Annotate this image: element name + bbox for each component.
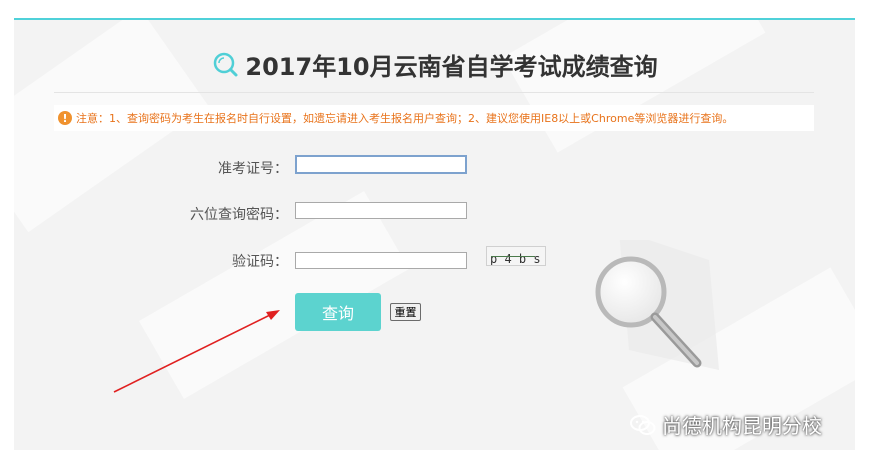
watermark: 尚德机构昆明分校: [630, 410, 822, 439]
annotation-arrow: [113, 310, 280, 393]
watermark-text: 尚德机构昆明分校: [662, 414, 822, 438]
wechat-icon: [630, 414, 656, 435]
